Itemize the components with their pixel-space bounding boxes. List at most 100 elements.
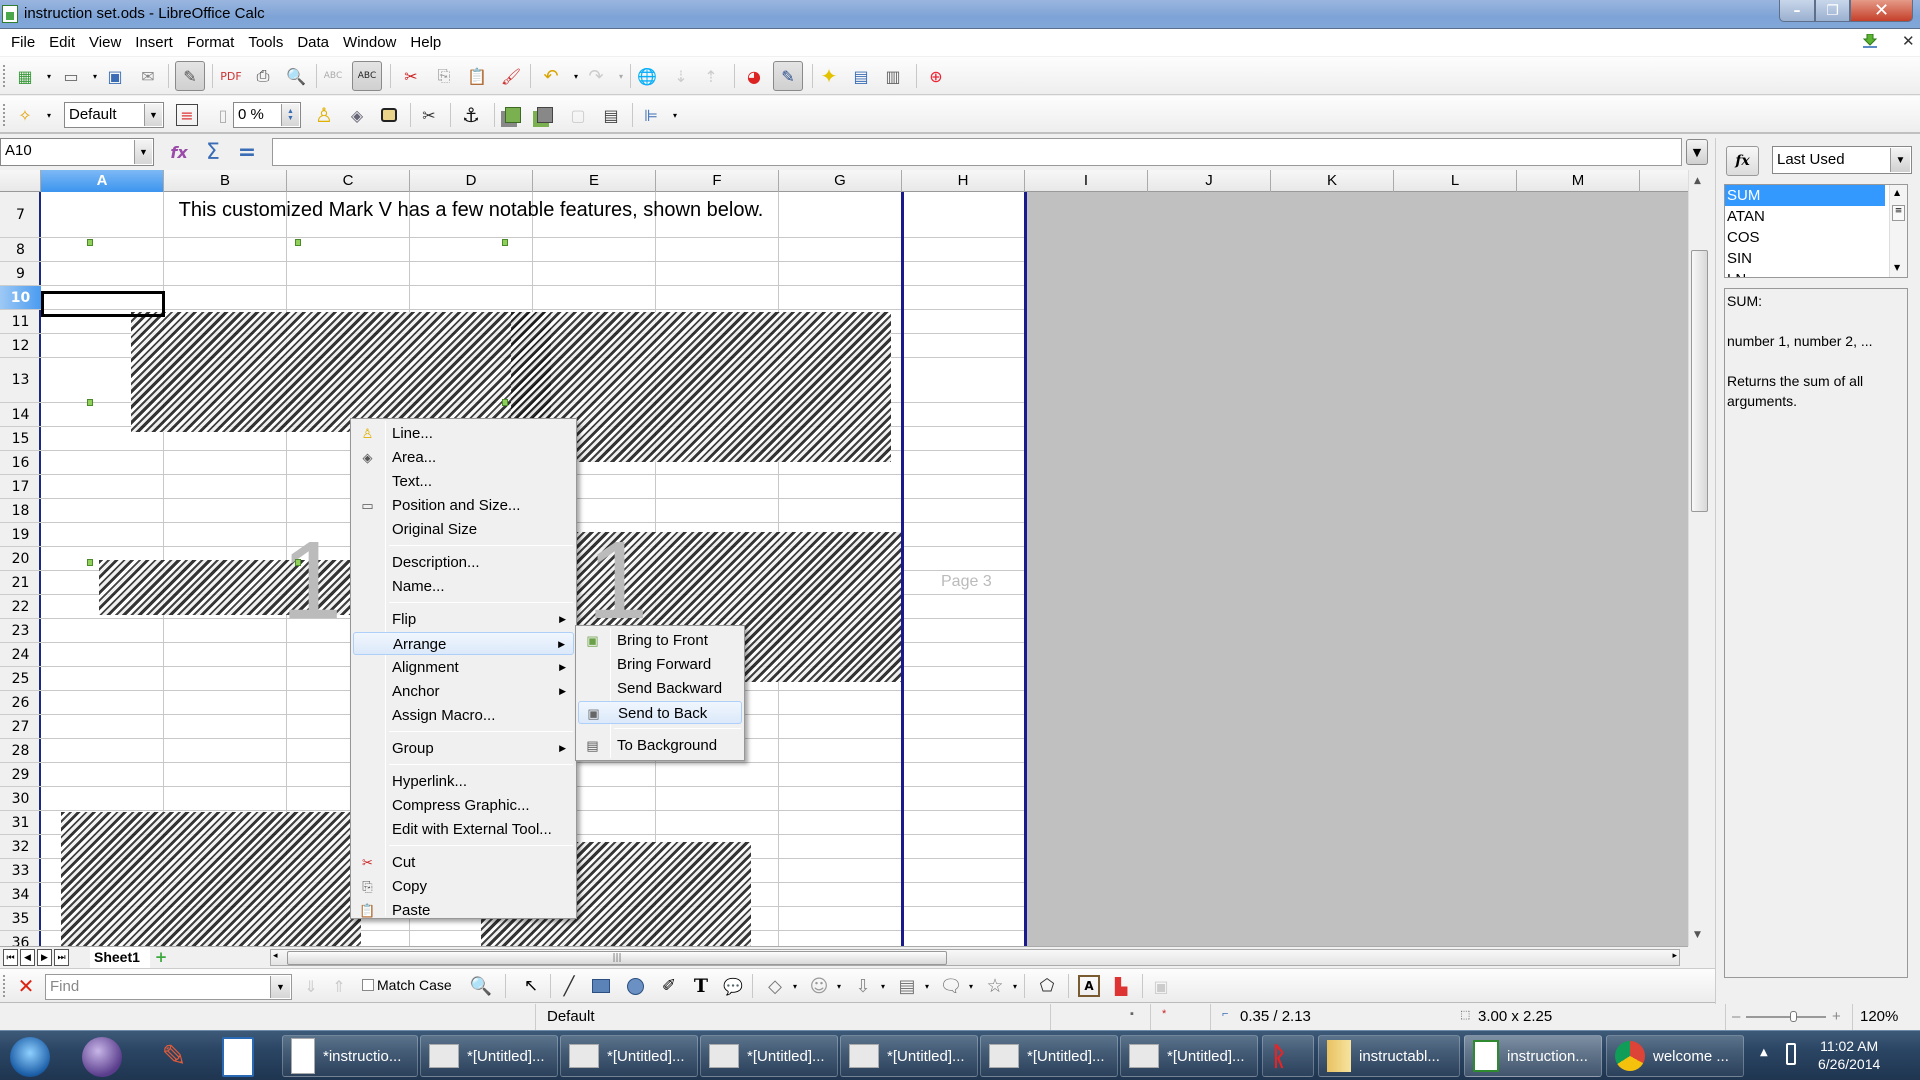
vertical-scroll-thumb[interactable]: [1691, 250, 1708, 512]
taskbar-button[interactable]: *[Untitled]...: [980, 1035, 1118, 1077]
data-sources-icon[interactable]: ▥: [882, 65, 904, 87]
chevron-down-icon[interactable]: ▼: [1890, 148, 1910, 172]
symbol-shapes-icon[interactable]: ☺: [808, 975, 830, 997]
basic-shapes-dropdown-icon[interactable]: ▾: [784, 975, 806, 997]
minimize-button[interactable]: –: [1779, 0, 1815, 22]
menu-edit[interactable]: Edit: [44, 34, 84, 51]
writer-app-icon[interactable]: [222, 1037, 254, 1077]
scroll-down-icon[interactable]: ▼: [1894, 263, 1900, 272]
find-replace-icon[interactable]: 🔍: [470, 975, 492, 997]
row-header-30[interactable]: 30: [0, 787, 41, 811]
menu-tools[interactable]: Tools: [243, 34, 292, 51]
menu-item-bring-to-front[interactable]: ▣ Bring to Front: [578, 629, 742, 652]
new-dropdown-icon[interactable]: ▾: [38, 65, 60, 87]
next-sheet-icon[interactable]: ▶: [37, 949, 52, 966]
taskbar-button[interactable]: *[Untitled]...: [1120, 1035, 1258, 1077]
scroll-down-icon[interactable]: ▼: [1694, 930, 1701, 940]
menu-item-description[interactable]: Description...: [353, 551, 574, 574]
column-header-g[interactable]: G: [779, 170, 902, 192]
menu-data[interactable]: Data: [292, 34, 338, 51]
toolbar-grip[interactable]: [3, 975, 5, 997]
name-box[interactable]: A10 ▼: [0, 138, 154, 166]
taskbar-button-active[interactable]: instruction...: [1464, 1035, 1602, 1077]
selection-handle[interactable]: [87, 399, 93, 406]
stars-dropdown-icon[interactable]: ▾: [1004, 975, 1026, 997]
block-arrows-dropdown-icon[interactable]: ▾: [872, 975, 894, 997]
stars-icon[interactable]: ☆: [984, 975, 1006, 997]
menu-item-original-size[interactable]: Original Size: [353, 518, 574, 541]
callouts-icon[interactable]: 💬: [722, 975, 744, 997]
email-icon[interactable]: ✉: [137, 65, 159, 87]
spellcheck-icon[interactable]: ABC: [322, 65, 344, 87]
redo-dropdown-icon[interactable]: ▾: [610, 65, 632, 87]
menu-item-bring-forward[interactable]: Bring Forward: [578, 653, 742, 676]
zoom-level[interactable]: 120%: [1860, 1008, 1898, 1025]
row-header-12[interactable]: 12: [0, 334, 41, 358]
save-icon[interactable]: ▣: [104, 65, 126, 87]
row-header-11[interactable]: 11: [0, 310, 41, 334]
function-item[interactable]: COS: [1725, 227, 1907, 248]
column-header-e[interactable]: E: [533, 170, 656, 192]
row-header-24[interactable]: 24: [0, 643, 41, 667]
close-document-icon[interactable]: ✕: [1902, 32, 1915, 50]
scroll-up-icon[interactable]: ▲: [1694, 176, 1701, 186]
chevron-down-icon[interactable]: ▼: [270, 976, 290, 998]
formula-input[interactable]: [272, 138, 1682, 166]
start-button[interactable]: [10, 1037, 50, 1077]
taskbar-button[interactable]: *[Untitled]...: [560, 1035, 698, 1077]
selection-mode-icon[interactable]: ▪: [1130, 1008, 1134, 1020]
menu-item-copy[interactable]: ⎘ Copy: [353, 875, 574, 898]
previous-sheet-icon[interactable]: ◀: [20, 949, 35, 966]
row-header-14[interactable]: 14: [0, 403, 41, 427]
bring-to-front-icon[interactable]: [502, 104, 524, 126]
document-modified-icon[interactable]: *: [1162, 1008, 1166, 1020]
row-header-33[interactable]: 33: [0, 859, 41, 883]
menu-item-send-to-back[interactable]: ▣ Send to Back: [578, 701, 742, 724]
menu-insert[interactable]: Insert: [130, 34, 182, 51]
basic-shapes-icon[interactable]: ◇: [764, 975, 786, 997]
menu-item-paste[interactable]: 📋 Paste: [353, 899, 574, 922]
symbol-shapes-dropdown-icon[interactable]: ▾: [828, 975, 850, 997]
to-background-icon[interactable]: ▤: [600, 104, 622, 126]
open-icon[interactable]: ▭: [60, 65, 82, 87]
crop-icon[interactable]: ✂: [418, 104, 440, 126]
menu-item-send-backward[interactable]: Send Backward: [578, 677, 742, 700]
last-sheet-icon[interactable]: ⏭: [54, 949, 69, 966]
alignment-icon[interactable]: ⊫: [640, 104, 662, 126]
column-header-m[interactable]: M: [1517, 170, 1640, 192]
function-wizard-icon[interactable]: fx: [168, 141, 190, 163]
menu-item-arrange[interactable]: Arrange ▶: [353, 632, 574, 655]
close-find-bar-icon[interactable]: ✕: [15, 974, 37, 998]
scroll-up-icon[interactable]: ▲: [1894, 188, 1900, 197]
shadow-icon[interactable]: [378, 104, 400, 126]
function-item[interactable]: SIN: [1725, 248, 1907, 269]
line-ends-icon[interactable]: ≡: [176, 104, 198, 126]
show-hidden-icons-button[interactable]: ▲: [1760, 1047, 1768, 1058]
flowchart-icon[interactable]: ▤: [896, 975, 918, 997]
find-previous-icon[interactable]: ⇑: [328, 975, 350, 997]
menu-item-group[interactable]: Group ▶: [353, 737, 574, 760]
menu-item-edit-with-external-tool[interactable]: Edit with External Tool...: [353, 818, 574, 841]
find-next-icon[interactable]: ⇓: [300, 975, 322, 997]
undo-icon[interactable]: ↶: [540, 65, 562, 87]
insert-chart-icon[interactable]: ◕: [743, 65, 765, 87]
row-header-25[interactable]: 25: [0, 667, 41, 691]
selection-handle[interactable]: [87, 559, 93, 566]
clone-formatting-icon[interactable]: 🖌: [500, 65, 522, 87]
maximize-button[interactable]: ❐: [1815, 0, 1850, 22]
select-pointer-icon[interactable]: ↖: [520, 975, 542, 997]
insert-image-icon[interactable]: ▙: [1110, 975, 1132, 997]
system-clock[interactable]: 11:02 AM 6/26/2014: [1818, 1037, 1880, 1073]
find-input[interactable]: Find ▼: [45, 974, 292, 1000]
column-header-a[interactable]: A: [41, 170, 164, 192]
taskbar-button[interactable]: welcome ...: [1606, 1035, 1744, 1077]
paste-icon[interactable]: 📋: [466, 65, 488, 87]
select-mode-icon[interactable]: ✧: [14, 104, 36, 126]
draw-ellipse-icon[interactable]: [624, 975, 646, 997]
menu-item-cut[interactable]: ✂ Cut: [353, 851, 574, 874]
export-pdf-icon[interactable]: PDF: [220, 65, 242, 87]
sketchup-app-button[interactable]: ᚱ: [1262, 1035, 1314, 1077]
add-sheet-button[interactable]: +: [150, 948, 172, 966]
cut-icon[interactable]: ✂: [400, 65, 422, 87]
menu-file[interactable]: File: [6, 34, 44, 51]
